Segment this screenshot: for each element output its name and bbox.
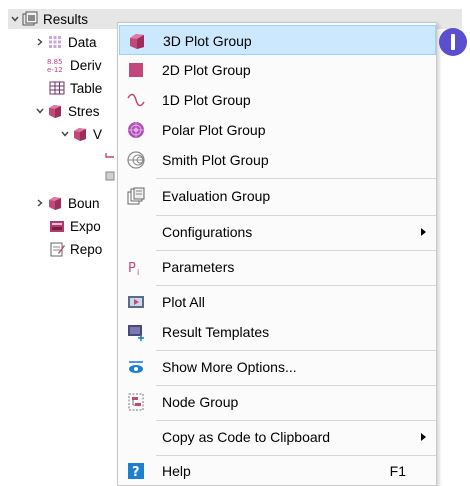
menu-label: Node Group xyxy=(162,394,239,410)
tree-node-boundary[interactable]: Boun xyxy=(33,193,100,213)
menu-label: Evaluation Group xyxy=(162,188,271,204)
plot-all-icon xyxy=(127,293,145,311)
menu-label: 1D Plot Group xyxy=(162,92,251,108)
volume-plot-icon xyxy=(72,126,88,142)
menu-label: 3D Plot Group xyxy=(163,33,252,49)
menu-separator xyxy=(156,215,436,216)
tree-label-stress: Stres xyxy=(68,103,100,119)
menu-label: Parameters xyxy=(162,259,235,275)
subnode-icon xyxy=(104,170,116,182)
plot-group-2d-icon xyxy=(127,61,145,79)
tree-label-export: Expo xyxy=(70,218,101,234)
results-icon xyxy=(22,11,38,27)
menu-item-2d-plot-group[interactable]: 2D Plot Group xyxy=(119,55,436,85)
menu-item-result-templates[interactable]: Result Templates xyxy=(119,317,436,347)
evaluation-group-icon xyxy=(127,187,145,205)
collapse-chevron-icon[interactable] xyxy=(8,9,22,29)
plot-group-3d-icon xyxy=(128,32,146,50)
context-menu: 3D Plot Group 2D Plot Group 1D Plot Grou… xyxy=(117,22,437,486)
tree-node-volume[interactable]: V xyxy=(58,124,102,144)
menu-item-node-group[interactable]: Node Group xyxy=(119,387,436,417)
expand-chevron-icon[interactable] xyxy=(33,193,47,213)
export-icon xyxy=(49,218,65,234)
menu-label: Configurations xyxy=(162,224,253,240)
submenu-arrow-icon xyxy=(421,228,426,236)
table-icon xyxy=(49,80,65,96)
menu-item-1d-plot-group[interactable]: 1D Plot Group xyxy=(119,85,436,115)
smith-plot-icon xyxy=(127,151,145,169)
datasets-icon xyxy=(47,34,63,50)
menu-item-3d-plot-group[interactable]: 3D Plot Group xyxy=(119,25,436,55)
menu-separator xyxy=(156,285,436,286)
tree-node-reports[interactable]: Repo xyxy=(49,239,102,259)
menu-item-show-more-options[interactable]: Show More Options... xyxy=(119,352,436,382)
menu-item-polar-plot-group[interactable]: Polar Plot Group xyxy=(119,115,436,145)
tree-node-export[interactable]: Expo xyxy=(49,216,101,236)
menu-label: 2D Plot Group xyxy=(162,62,251,78)
step-badge-mark xyxy=(451,34,455,50)
svg-text:e-12: e-12 xyxy=(47,66,63,73)
menu-item-configurations[interactable]: Configurations xyxy=(119,217,436,247)
plot-group-3d-icon xyxy=(47,103,63,119)
menu-item-plot-all[interactable]: Plot All xyxy=(119,287,436,317)
svg-text:8.85: 8.85 xyxy=(47,58,63,66)
menu-label: Polar Plot Group xyxy=(162,122,266,138)
help-icon: ? xyxy=(127,462,145,480)
menu-item-evaluation-group[interactable]: Evaluation Group xyxy=(119,181,436,211)
menu-separator xyxy=(156,250,436,251)
derived-values-icon: 8.85 e-12 xyxy=(47,57,65,74)
plot-group-3d-icon xyxy=(47,195,63,211)
svg-text:i: i xyxy=(137,268,139,276)
menu-label: Copy as Code to Clipboard xyxy=(162,429,331,445)
plot-group-1d-icon xyxy=(127,91,145,109)
menu-item-parameters[interactable]: P i Parameters xyxy=(119,252,436,282)
tree-label-tables: Table xyxy=(70,80,103,96)
menu-label: Help xyxy=(162,463,191,479)
tree-node-tables[interactable]: Table xyxy=(49,78,102,98)
menu-separator xyxy=(156,350,436,351)
show-more-options-icon xyxy=(127,358,145,376)
menu-separator xyxy=(156,420,436,421)
tree-label-derived-values: Deriv xyxy=(70,57,102,73)
svg-text:?: ? xyxy=(132,465,140,480)
tree-label-volume: V xyxy=(93,126,103,142)
submenu-arrow-icon xyxy=(421,433,426,441)
expand-chevron-icon[interactable] xyxy=(33,32,47,52)
node-group-icon xyxy=(127,393,145,411)
menu-item-help[interactable]: ? Help F1 xyxy=(119,456,436,486)
menu-item-copy-as-code[interactable]: Copy as Code to Clipboard xyxy=(119,422,436,452)
tree-node-derived-values[interactable]: 8.85 e-12 Deriv xyxy=(47,55,102,75)
polar-plot-icon xyxy=(127,121,145,139)
parameters-icon: P i xyxy=(127,258,145,277)
svg-text:P: P xyxy=(128,261,136,276)
tree-node-stress[interactable]: Stres xyxy=(33,101,100,121)
menu-label: Result Templates xyxy=(162,324,270,340)
menu-label: Smith Plot Group xyxy=(162,152,269,168)
subnode-icon xyxy=(104,150,116,162)
menu-separator xyxy=(156,178,436,179)
menu-label: Plot All xyxy=(162,294,205,310)
tree-label-boundary: Boun xyxy=(68,195,100,211)
menu-label: Show More Options... xyxy=(162,359,297,375)
tree-label-datasets: Data xyxy=(68,34,97,50)
result-templates-icon xyxy=(127,323,145,341)
tree-label-reports: Repo xyxy=(70,241,103,257)
menu-shortcut: F1 xyxy=(389,463,406,479)
menu-item-smith-plot-group[interactable]: Smith Plot Group xyxy=(119,145,436,175)
collapse-chevron-icon[interactable] xyxy=(58,124,72,144)
collapse-chevron-icon[interactable] xyxy=(33,101,47,121)
reports-icon xyxy=(49,241,65,257)
menu-separator xyxy=(156,385,436,386)
tree-node-datasets[interactable]: Data xyxy=(33,32,97,52)
tree-label-results: Results xyxy=(43,11,89,27)
